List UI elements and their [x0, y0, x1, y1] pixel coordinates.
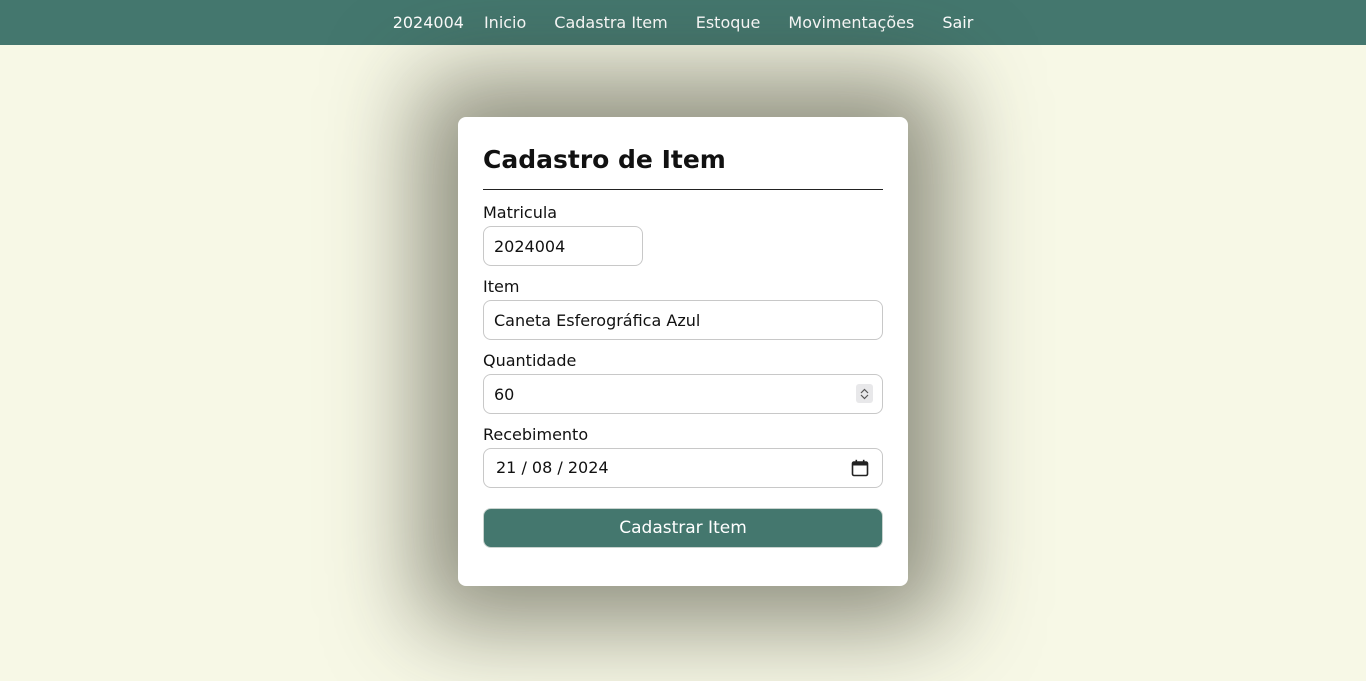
title-divider [483, 189, 883, 190]
recebimento-wrapper: 21 / 08 / 2024 [483, 448, 883, 488]
recebimento-field-group: Recebimento 21 / 08 / 2024 [483, 426, 883, 488]
nav-link-inicio[interactable]: Inicio [484, 13, 526, 32]
cadastrar-item-button[interactable]: Cadastrar Item [483, 508, 883, 548]
item-field-group: Item [483, 278, 883, 340]
recebimento-date-input[interactable] [483, 448, 883, 488]
nav-user-id: 2024004 [392, 13, 464, 32]
quantidade-label: Quantidade [483, 351, 577, 370]
matricula-label: Matricula [483, 203, 558, 222]
nav-link-movimentacoes[interactable]: Movimentações [788, 13, 914, 32]
item-input[interactable] [483, 300, 883, 340]
quantidade-input[interactable] [483, 374, 883, 414]
matricula-input[interactable] [483, 226, 643, 266]
calendar-icon[interactable] [851, 459, 869, 477]
form-title: Cadastro de Item [483, 145, 726, 174]
quantity-stepper[interactable] [856, 384, 873, 403]
matricula-field-group: Matricula [483, 204, 883, 266]
nav-link-sair[interactable]: Sair [942, 13, 973, 32]
chevron-down-icon[interactable] [860, 394, 869, 400]
top-navbar: 2024004 Inicio Cadastra Item Estoque Mov… [0, 0, 1366, 45]
item-form-card: Cadastro de Item Matricula Item Quantida… [458, 117, 908, 586]
quantidade-wrapper [483, 374, 883, 414]
recebimento-label: Recebimento [483, 425, 589, 444]
quantidade-field-group: Quantidade [483, 352, 883, 414]
nav-link-estoque[interactable]: Estoque [696, 13, 761, 32]
item-label: Item [483, 277, 520, 296]
nav-link-cadastra-item[interactable]: Cadastra Item [554, 13, 667, 32]
